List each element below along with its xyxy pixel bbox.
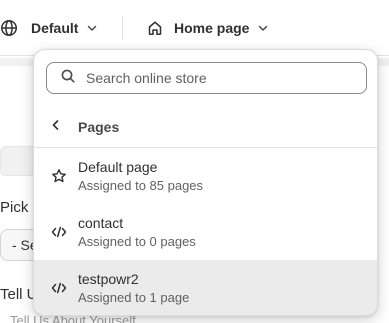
theme-selector-label: Default [31,20,79,36]
back-label: Pages [78,119,120,135]
top-toolbar: Default Home page [0,0,389,56]
page-selector-label: Home page [174,20,250,36]
star-icon [51,168,67,184]
search-field[interactable] [46,62,367,94]
toolbar-divider [122,16,123,40]
page-option-subtitle: Assigned to 0 pages [78,233,196,249]
theme-selector-button[interactable]: Default [0,16,98,40]
background-pick-label: Pick [0,199,29,216]
page-option-default-page[interactable]: Default page Assigned to 85 pages [34,148,377,204]
back-to-pages-button[interactable]: Pages [34,110,377,144]
page-option-testpowr2[interactable]: testpowr2 Assigned to 1 page [34,260,377,315]
page-option-title: Default page [78,158,158,175]
page-selector-button[interactable]: Home page [147,16,269,40]
page-option-subtitle: Assigned to 1 page [78,289,190,305]
search-icon [61,69,75,88]
page-option-subtitle: Assigned to 85 pages [78,177,204,193]
globe-icon [0,19,18,37]
page-option-title: contact [78,214,124,231]
home-icon [147,20,163,36]
code-icon [51,225,67,239]
chevron-down-icon [257,22,269,34]
background-tell-label: Tell U [0,286,38,303]
search-input[interactable] [86,70,346,86]
code-icon [51,281,67,295]
chevron-left-icon [51,118,61,136]
page-picker-popover: Pages Default page Assigned to 85 pages … [33,49,378,316]
page-option-contact[interactable]: contact Assigned to 0 pages [34,204,377,260]
chevron-down-icon [86,22,98,34]
page-option-title: testpowr2 [78,270,139,287]
